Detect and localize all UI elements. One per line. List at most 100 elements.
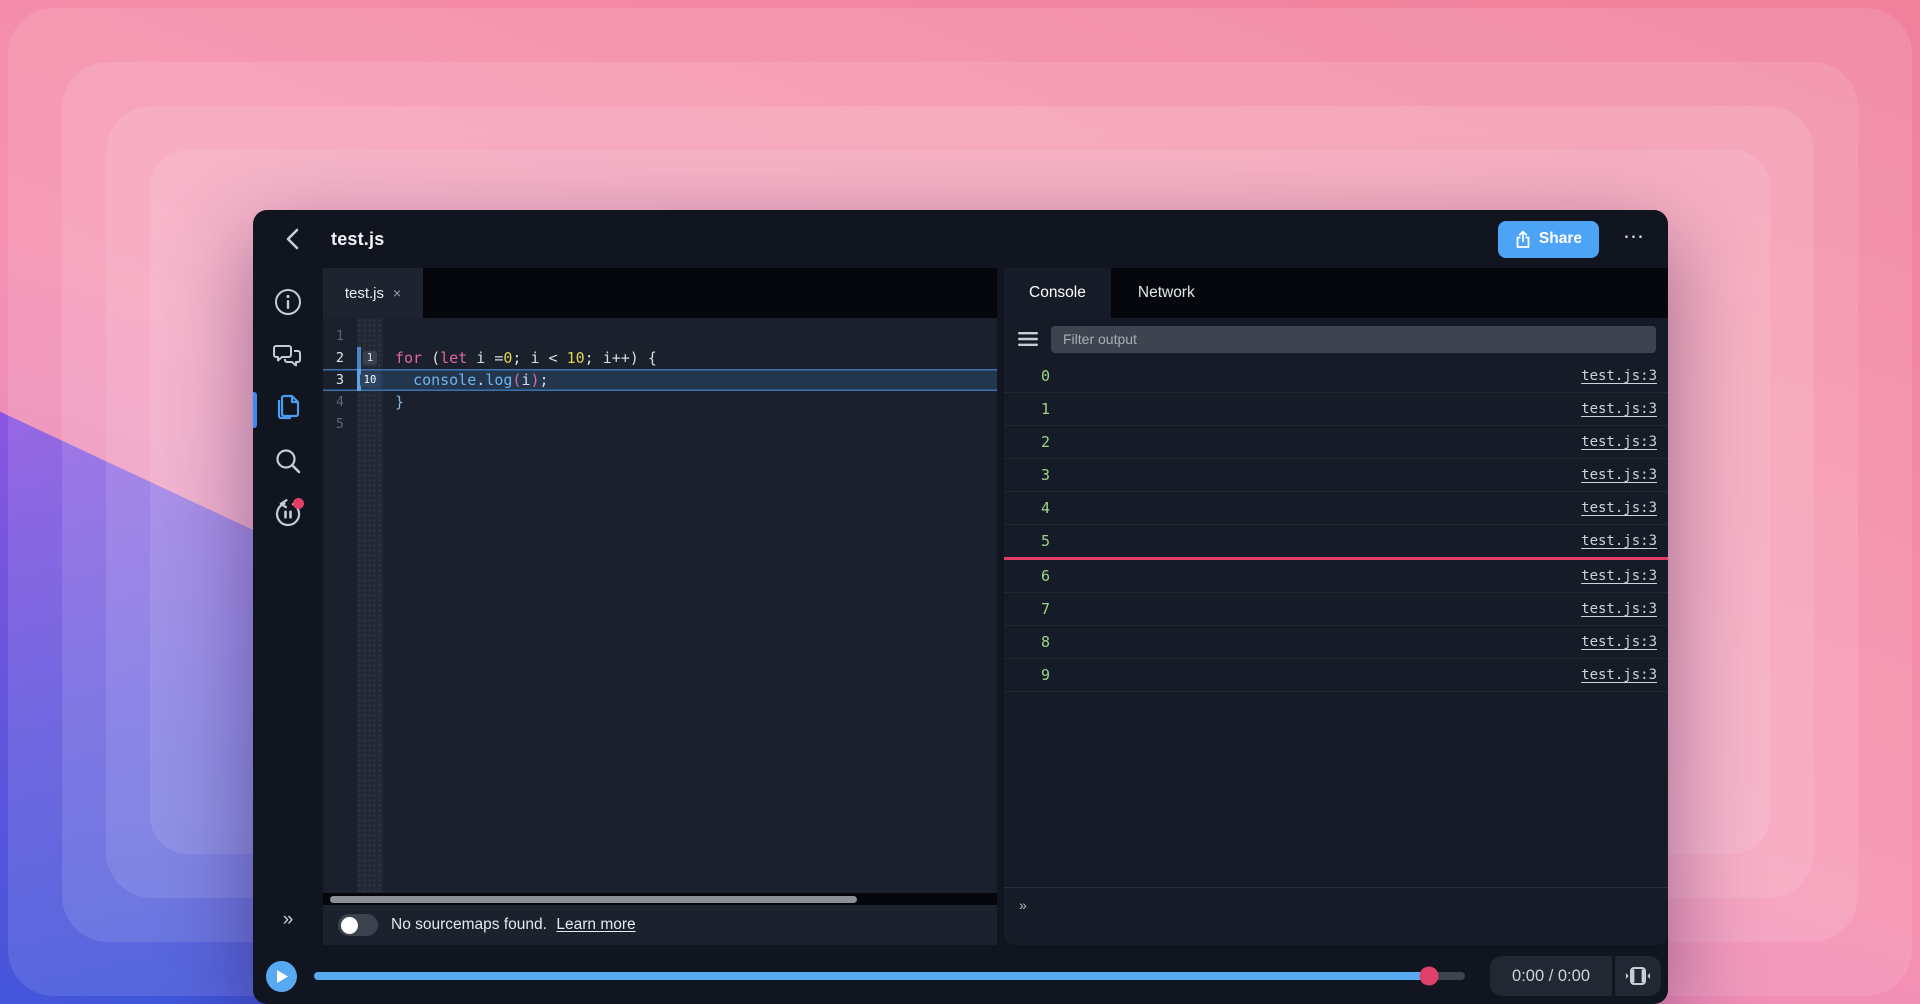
source-link[interactable]: test.js:3 [1581, 533, 1657, 549]
timeline-progress [314, 972, 1429, 980]
log-value: 8 [1041, 633, 1050, 651]
code-text: } [383, 391, 997, 413]
editor-tab-label: test.js [345, 285, 384, 302]
line-number[interactable]: 3 [323, 369, 357, 391]
more-options-button[interactable]: ⋯ [1623, 226, 1646, 253]
sidebar-item-files[interactable] [271, 391, 305, 425]
source-link[interactable]: test.js:3 [1581, 467, 1657, 483]
back-button[interactable] [279, 226, 305, 252]
console-log-row[interactable]: 2 test.js:3 [1004, 426, 1668, 459]
console-menu-button[interactable] [1016, 327, 1040, 351]
code-token: ( [422, 349, 440, 367]
desktop-background: test.js Share ⋯ [0, 0, 1920, 1004]
time-display: 0:00 / 0:00 [1490, 956, 1612, 996]
tab-network[interactable]: Network [1113, 268, 1220, 318]
code-token: ; [540, 371, 549, 389]
log-value: 7 [1041, 600, 1050, 618]
line-number[interactable]: 4 [323, 391, 357, 413]
share-icon [1515, 230, 1531, 249]
console-tab-bar: Console Network [1004, 268, 1668, 318]
code-line[interactable]: 4} [323, 391, 997, 413]
line-number[interactable]: 5 [323, 413, 357, 435]
hit-count-badge[interactable]: 10 [360, 373, 381, 388]
console-log-row[interactable]: 8 test.js:3 [1004, 626, 1668, 659]
learn-more-link[interactable]: Learn more [556, 916, 635, 933]
share-button[interactable]: Share [1498, 221, 1599, 258]
code-token: ( [512, 371, 521, 389]
files-icon [273, 392, 303, 424]
line-number[interactable]: 1 [323, 325, 357, 347]
scrollbar-thumb[interactable] [330, 896, 857, 903]
horizontal-scrollbar[interactable] [323, 893, 997, 905]
editor-tab-bar: test.js × [323, 268, 997, 318]
expand-sidebar-button[interactable]: » [283, 909, 294, 931]
timeline-scrubber[interactable] [314, 967, 1465, 986]
share-button-label: Share [1539, 230, 1582, 248]
chevron-left-icon [285, 228, 300, 250]
source-link[interactable]: test.js:3 [1581, 500, 1657, 516]
code-text: for (let i =0; i < 10; i++) { [383, 347, 997, 369]
timeline-playhead[interactable] [1420, 967, 1439, 986]
code-token: i [521, 371, 530, 389]
console-playhead-divider [1004, 557, 1668, 560]
window-header: test.js Share ⋯ [253, 210, 1668, 268]
code-token: i = [467, 349, 503, 367]
sidebar-item-replay-timeline[interactable] [271, 497, 305, 531]
viewport-icon [1625, 966, 1651, 986]
code-text [383, 325, 997, 347]
show-video-button[interactable] [1615, 956, 1661, 996]
console-log-row[interactable]: 4test.js:3 [1004, 492, 1668, 525]
console-prompt[interactable]: » [1004, 887, 1668, 945]
active-tool-indicator [253, 392, 257, 428]
code-line[interactable]: 310 console.log(i); [323, 369, 997, 391]
timeline-track[interactable] [314, 972, 1465, 980]
log-value: 0 [1041, 367, 1050, 385]
hit-count-badge[interactable]: 1 [363, 351, 377, 366]
code-editor[interactable]: 121for (let i =0; i < 10; i++) {310 cons… [323, 318, 997, 893]
code-token: log [485, 371, 512, 389]
hit-count-cell[interactable]: 10 [357, 369, 383, 391]
console-log-row[interactable]: 9test.js:3 [1004, 659, 1668, 692]
console-log-row[interactable]: 5test.js:3 [1004, 525, 1668, 558]
console-log-row[interactable]: 1test.js:3 [1004, 393, 1668, 426]
console-panel: Console Network 0test.js:31test.js:32tes… [1004, 268, 1668, 945]
line-number[interactable]: 2 [323, 347, 357, 369]
notification-dot [293, 498, 304, 509]
console-log-row[interactable]: 0 test.js:3 [1004, 360, 1668, 393]
source-link[interactable]: test.js:3 [1581, 601, 1657, 617]
panel-divider[interactable] [997, 268, 1004, 945]
play-button[interactable] [266, 961, 297, 992]
play-icon [276, 969, 289, 984]
left-icon-rail: » [253, 268, 323, 945]
source-link[interactable]: test.js:3 [1581, 667, 1657, 683]
source-link[interactable]: test.js:3 [1581, 568, 1657, 584]
source-link[interactable]: test.js:3 [1581, 368, 1657, 384]
sidebar-item-comments[interactable] [271, 338, 305, 372]
source-link[interactable]: test.js:3 [1581, 634, 1657, 650]
filter-output-input[interactable] [1051, 326, 1656, 353]
sidebar-item-search[interactable] [271, 444, 305, 478]
console-log-row[interactable]: 3 test.js:3 [1004, 459, 1668, 492]
editor-tab-testjs[interactable]: test.js × [323, 268, 423, 318]
code-line[interactable]: 21 for (let i =0; i < 10; i++) { [323, 347, 997, 369]
tab-console[interactable]: Console [1004, 268, 1111, 318]
source-link[interactable]: test.js:3 [1581, 401, 1657, 417]
hamburger-icon [1018, 331, 1038, 347]
sidebar-item-info[interactable] [271, 285, 305, 319]
code-line[interactable]: 1 [323, 325, 997, 347]
console-log-row[interactable]: 7 test.js:3 [1004, 593, 1668, 626]
code-token: } [395, 393, 404, 411]
sourcemap-toggle[interactable] [338, 914, 378, 936]
console-rows: 0test.js:31test.js:32test.js:33test.js:3… [1004, 360, 1668, 887]
log-value: 2 [1041, 433, 1050, 451]
source-link[interactable]: test.js:3 [1581, 434, 1657, 450]
code-line[interactable]: 5 [323, 413, 997, 435]
tab-close-icon[interactable]: × [393, 285, 401, 301]
hit-count-cell[interactable]: 1 [357, 347, 383, 369]
code-lines: 121for (let i =0; i < 10; i++) {310 cons… [323, 325, 997, 435]
code-text: console.log(i); [383, 369, 997, 391]
time-display-pill: 0:00 / 0:00 [1490, 956, 1661, 996]
console-log-row[interactable]: 6test.js:3 [1004, 560, 1668, 593]
hit-count-cell [357, 413, 383, 435]
log-value: 3 [1041, 466, 1050, 484]
